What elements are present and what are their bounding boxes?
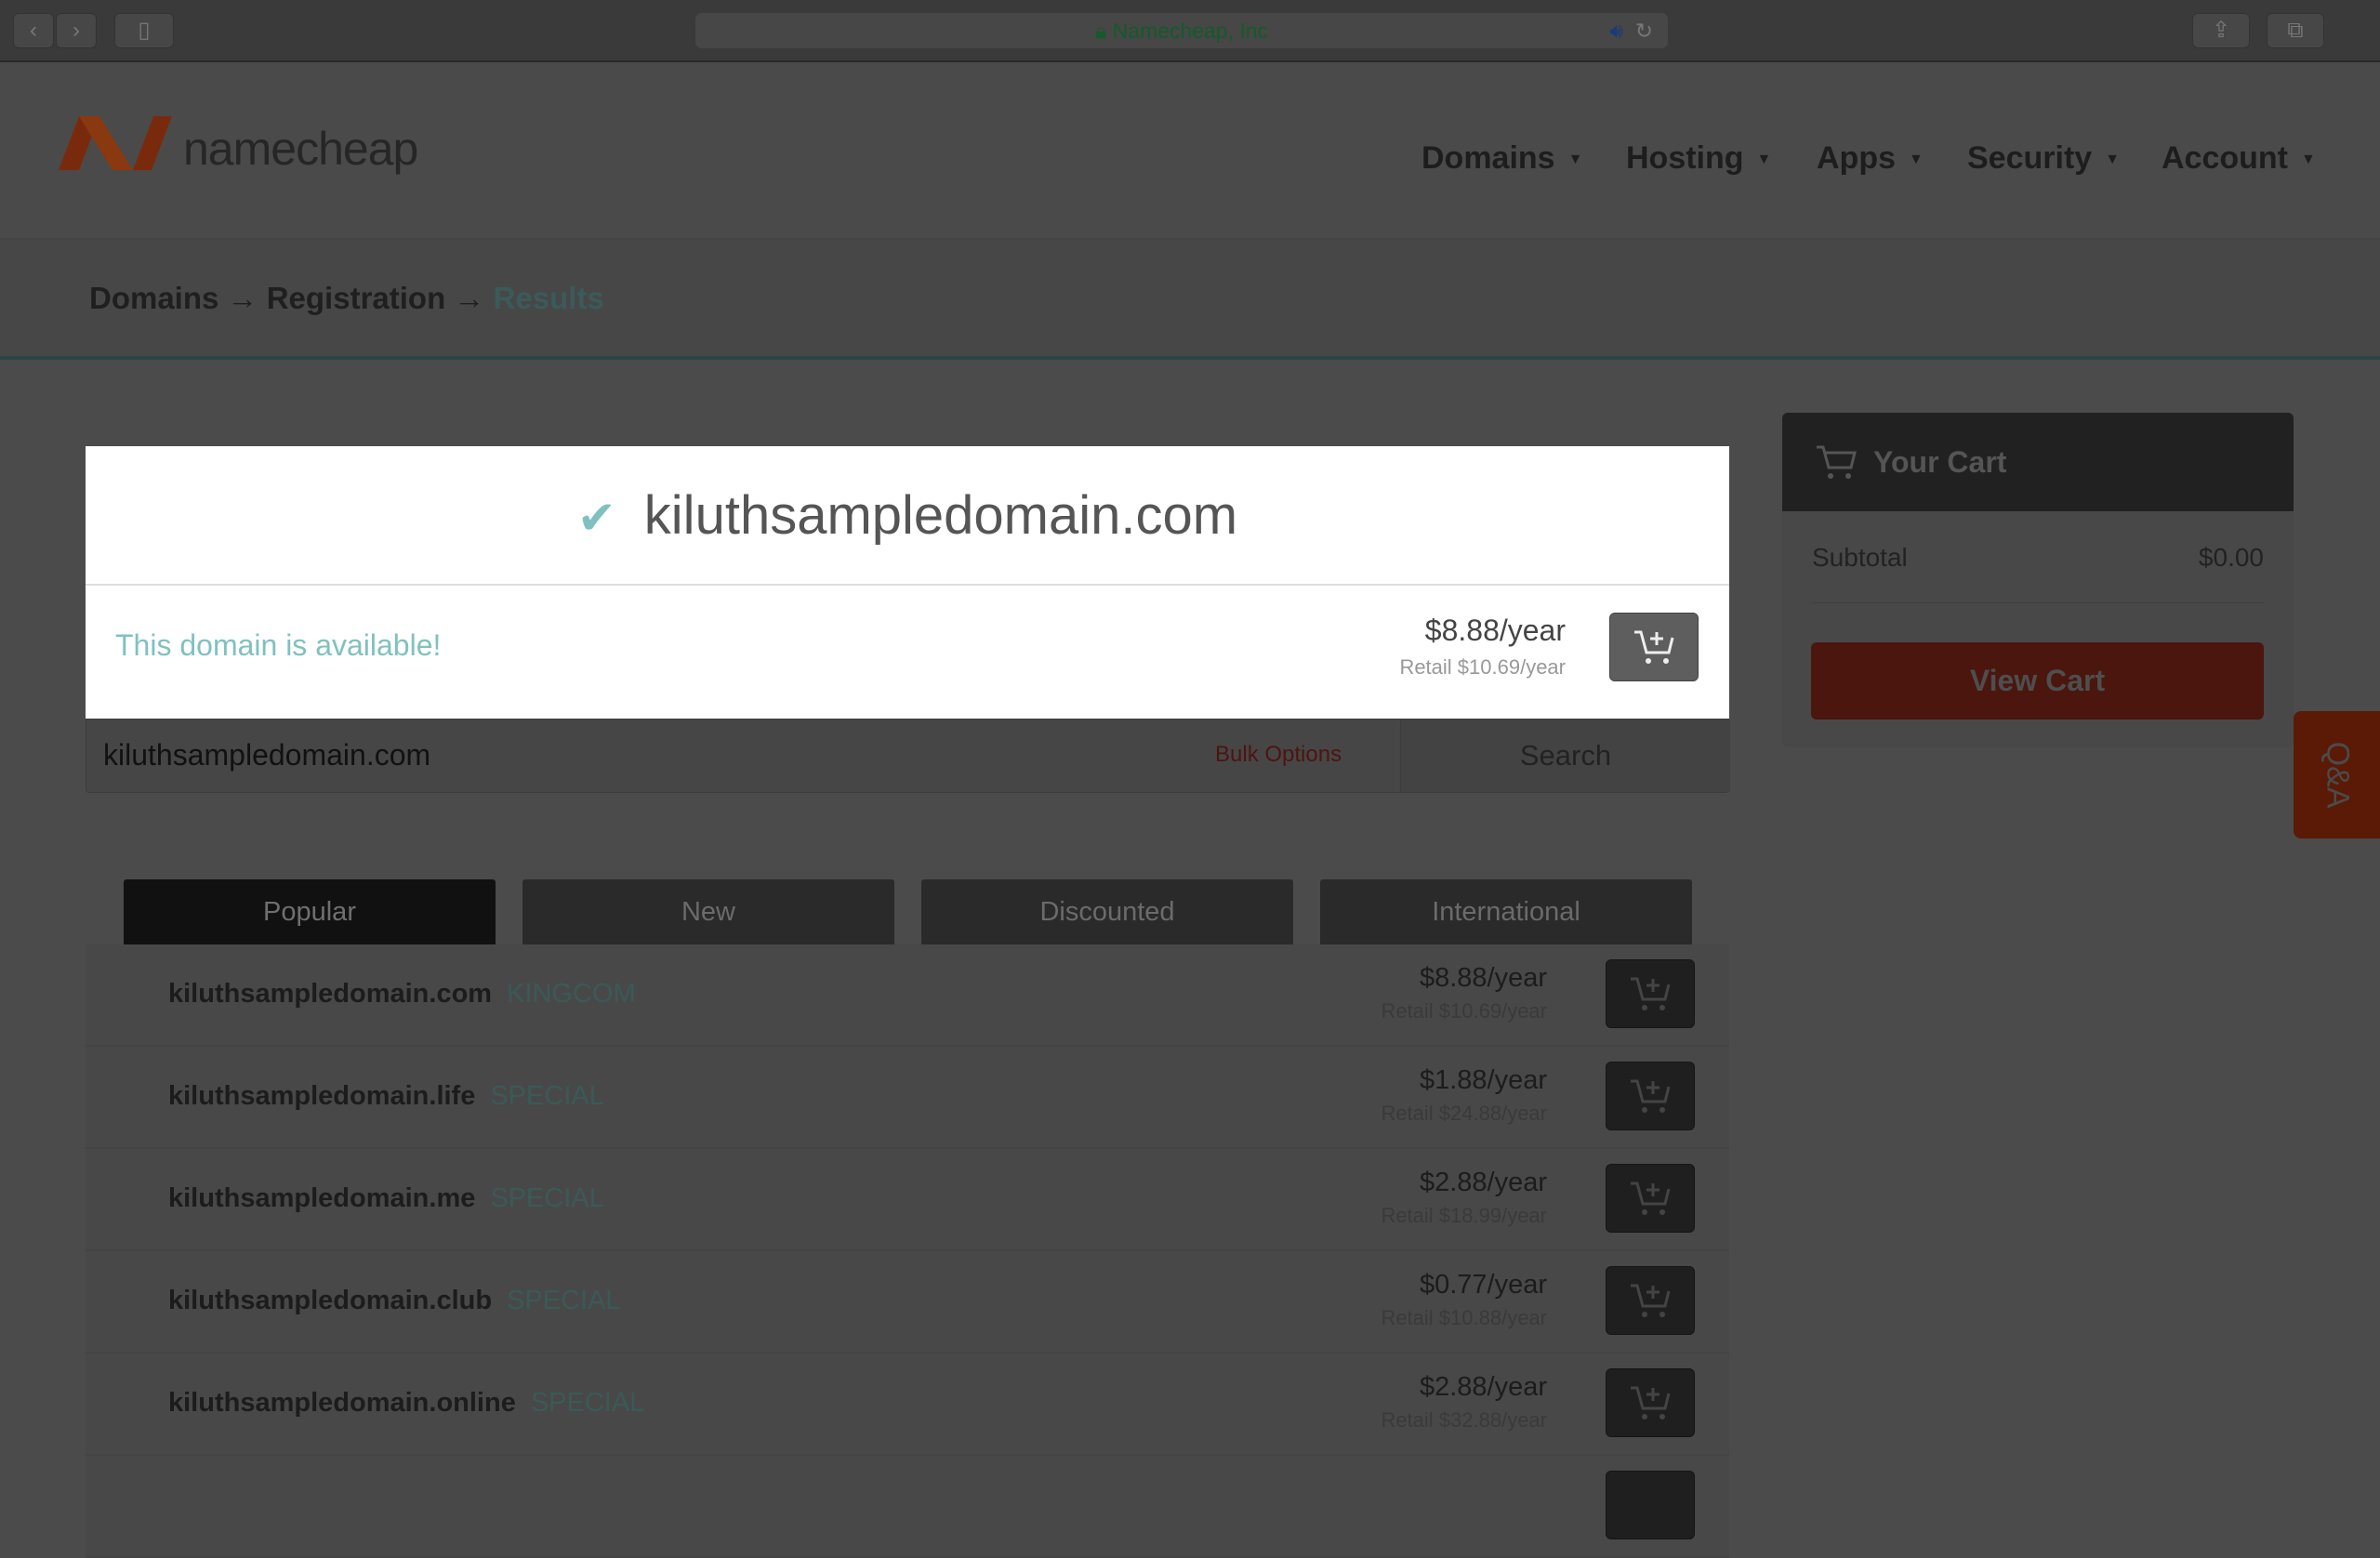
search-input[interactable]: kiluthsampledomain.com xyxy=(103,738,430,772)
row-domain[interactable]: kiluthsampledomain.club SPECIAL xyxy=(168,1286,621,1316)
row-add-to-cart-button[interactable] xyxy=(1606,959,1695,1028)
add-to-cart-button[interactable] xyxy=(1609,613,1699,681)
row-add-to-cart-button[interactable] xyxy=(1606,1471,1695,1539)
cart-add-icon xyxy=(1631,1182,1671,1215)
caret-down-icon: ▼ xyxy=(2301,152,2316,168)
caret-down-icon: ▼ xyxy=(2105,152,2121,168)
back-button[interactable]: ‹ xyxy=(13,13,54,48)
domain-row: kiluthsampledomain.life SPECIAL $1.88/yea… xyxy=(86,1047,1729,1149)
row-domain[interactable]: kiluthsampledomain.com KINGCOM xyxy=(168,979,636,1010)
cart-add-icon xyxy=(1631,977,1671,1010)
nav-apps[interactable]: Apps ▼ xyxy=(1817,140,1924,177)
row-price: $2.88/year xyxy=(1419,1168,1547,1197)
site-header: namecheap Domains ▼ Hosting ▼ Apps ▼ Securi… xyxy=(0,62,2380,240)
breadcrumb: Domains → Registration → Results xyxy=(0,240,2380,360)
qa-label: Q&A xyxy=(2320,741,2355,809)
row-retail: Retail $24.88/year xyxy=(1381,1102,1547,1125)
qa-tab-button[interactable]: Q&A xyxy=(2294,711,2380,838)
cart-add-icon xyxy=(1631,1284,1671,1317)
domain-row: kiluthsampledomain.com KINGCOM $8.88/year… xyxy=(86,944,1729,1047)
domain-search-bar: kiluthsampledomain.com Bulk Options Sear… xyxy=(86,719,1730,793)
row-retail: Retail $10.69/year xyxy=(1381,999,1547,1023)
view-cart-button[interactable]: View Cart xyxy=(1811,642,2264,720)
domain-row: kiluthsampledomain.me SPECIAL $2.88/year R… xyxy=(86,1149,1729,1251)
brand-name[interactable]: namecheap xyxy=(183,122,418,176)
row-tag: SPECIAL xyxy=(530,1388,645,1418)
row-add-to-cart-button[interactable] xyxy=(1606,1368,1695,1437)
subtotal-value: $0.00 xyxy=(2198,543,2264,572)
tabs-button[interactable]: ⧉ xyxy=(2267,13,2324,48)
nav-hosting[interactable]: Hosting ▼ xyxy=(1626,140,1771,177)
row-tag: SPECIAL xyxy=(507,1286,621,1315)
domain-row: kiluthsampledomain.online SPECIAL $2.88/y… xyxy=(86,1353,1729,1456)
tab-international[interactable]: International xyxy=(1320,879,1692,944)
caret-down-icon: ▼ xyxy=(1567,152,1583,168)
nav-account[interactable]: Account ▼ xyxy=(2162,140,2316,177)
cart-title: Your Cart xyxy=(1873,444,2007,479)
row-domain[interactable]: kiluthsampledomain.online SPECIAL xyxy=(168,1388,644,1419)
search-button[interactable]: Search xyxy=(1400,720,1730,792)
tab-discounted[interactable]: Discounted xyxy=(921,879,1293,944)
row-price: $8.88/year xyxy=(1419,963,1547,993)
tab-new[interactable]: New xyxy=(522,879,894,944)
audio-icon[interactable]: 🔊︎ xyxy=(1610,13,1624,48)
address-bar[interactable]: 🔒︎ Namecheap, Inc ↻ 🔊︎ xyxy=(695,13,1668,48)
browser-toolbar: ‹ › ▯ 🔒︎ Namecheap, Inc ↻ 🔊︎ ⇪ ⧉ xyxy=(0,0,2380,62)
domain-row-partial xyxy=(86,1456,1729,1558)
row-price: $0.77/year xyxy=(1419,1270,1547,1300)
domain-result-card: ✔ kiluthsampledomain.com This domain is a… xyxy=(86,446,1729,719)
caret-down-icon: ▼ xyxy=(1756,152,1772,168)
domain-suggestion-list: kiluthsampledomain.com KINGCOM $8.88/year… xyxy=(86,944,1729,1558)
row-retail: Retail $18.99/year xyxy=(1381,1204,1547,1227)
nav-security[interactable]: Security ▼ xyxy=(1967,140,2120,177)
site-label: Namecheap, Inc xyxy=(1112,19,1269,43)
result-price: $8.88/year xyxy=(1424,614,1566,647)
row-add-to-cart-button[interactable] xyxy=(1606,1266,1695,1335)
row-domain[interactable]: kiluthsampledomain.life SPECIAL xyxy=(168,1081,604,1112)
cart-icon xyxy=(1817,445,1857,479)
forward-button[interactable]: › xyxy=(56,13,97,48)
row-add-to-cart-button[interactable] xyxy=(1606,1164,1695,1233)
breadcrumb-current: Results xyxy=(493,281,604,315)
row-tag: SPECIAL xyxy=(490,1081,604,1111)
breadcrumb-registration[interactable]: Registration xyxy=(267,281,446,315)
row-tag: KINGCOM xyxy=(507,979,636,1009)
row-domain[interactable]: kiluthsampledomain.me SPECIAL xyxy=(168,1183,604,1214)
result-retail: Retail $10.69/year xyxy=(1399,655,1566,679)
subtotal-label: Subtotal xyxy=(1812,543,1908,572)
cart-add-icon xyxy=(1631,1386,1671,1419)
breadcrumb-domains[interactable]: Domains xyxy=(89,281,218,315)
result-domain: kiluthsampledomain.com xyxy=(643,485,1238,546)
bulk-options-link[interactable]: Bulk Options xyxy=(1215,742,1342,768)
row-tag: SPECIAL xyxy=(490,1183,604,1213)
row-price: $1.88/year xyxy=(1419,1065,1547,1095)
availability-status: This domain is available! xyxy=(115,628,442,662)
cart-add-icon xyxy=(1631,1079,1671,1113)
row-retail: Retail $32.88/year xyxy=(1381,1408,1547,1432)
row-price: $2.88/year xyxy=(1419,1372,1547,1402)
lock-icon: 🔒︎ xyxy=(1094,19,1107,43)
row-retail: Retail $10.88/year xyxy=(1381,1306,1547,1329)
breadcrumb-separator: → xyxy=(454,281,485,315)
sidebar-toggle-button[interactable]: ▯ xyxy=(114,13,174,48)
reload-icon[interactable]: ↻ xyxy=(1635,13,1653,48)
row-add-to-cart-button[interactable] xyxy=(1606,1062,1695,1130)
share-button[interactable]: ⇪ xyxy=(2192,13,2250,48)
nav-domains[interactable]: Domains ▼ xyxy=(1421,140,1582,177)
tab-popular[interactable]: Popular xyxy=(124,879,496,944)
cart-add-icon xyxy=(1634,630,1674,664)
namecheap-logo-icon[interactable] xyxy=(51,109,172,176)
cart-panel: Your Cart Subtotal $0.00 View Cart xyxy=(1782,413,2294,747)
check-icon: ✔ xyxy=(576,492,616,544)
breadcrumb-separator: → xyxy=(227,281,258,315)
domain-row: kiluthsampledomain.club SPECIAL $0.77/yea… xyxy=(86,1251,1729,1353)
caret-down-icon: ▼ xyxy=(1909,152,1924,168)
